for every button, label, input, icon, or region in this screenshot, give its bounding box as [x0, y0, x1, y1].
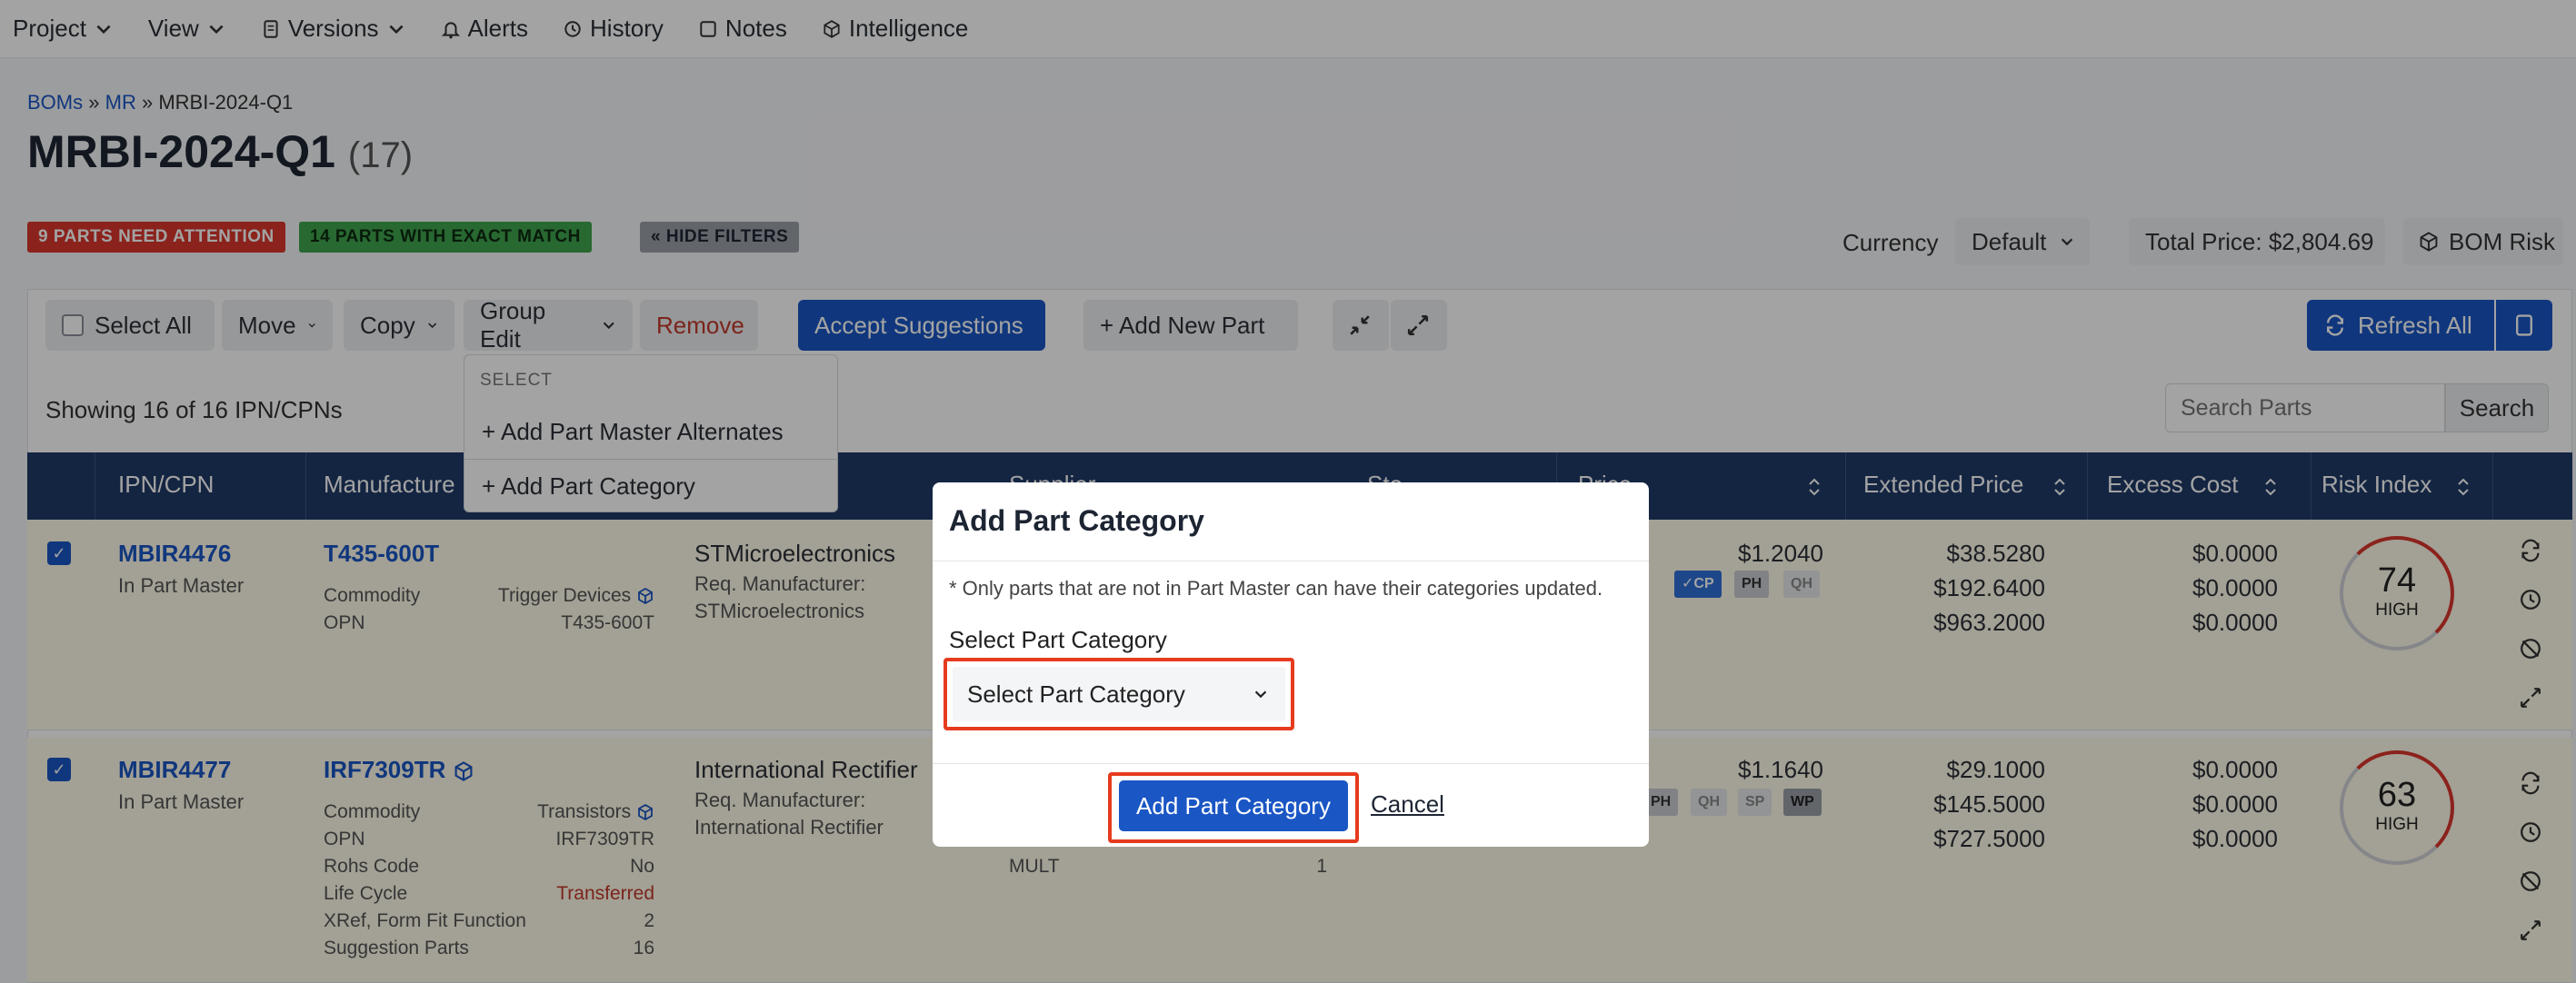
part-category-select-value: Select Part Category: [967, 680, 1185, 708]
part-category-label: Select Part Category: [949, 626, 1167, 653]
modal-note: * Only parts that are not in Part Master…: [949, 577, 1603, 600]
part-category-select[interactable]: Select Part Category: [953, 667, 1285, 721]
chevron-down-icon: [1254, 690, 1267, 699]
cancel-button[interactable]: Cancel: [1371, 790, 1444, 819]
modal-divider: [933, 763, 1649, 764]
modal-title: Add Part Category: [949, 504, 1204, 537]
add-part-category-button[interactable]: Add Part Category: [1119, 780, 1348, 831]
